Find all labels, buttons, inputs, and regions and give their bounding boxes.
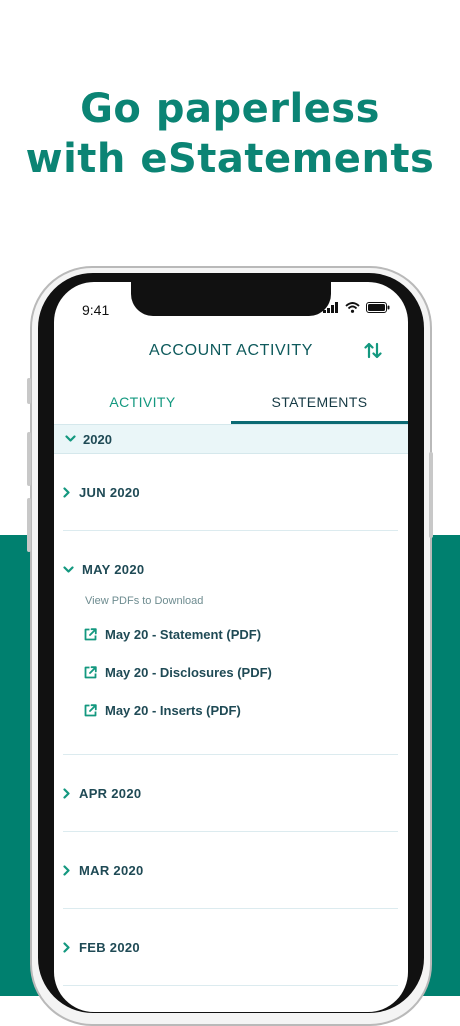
month-jun-2020[interactable]: JUN 2020 bbox=[63, 485, 398, 500]
headline-line-1: Go paperless bbox=[80, 86, 380, 132]
external-link-icon bbox=[84, 704, 97, 717]
chevron-right-icon bbox=[63, 865, 70, 876]
month-label: MAY 2020 bbox=[82, 562, 145, 577]
wifi-icon bbox=[345, 302, 360, 313]
external-link-icon bbox=[84, 666, 97, 679]
pdf-link-statement[interactable]: May 20 - Statement (PDF) bbox=[84, 627, 261, 642]
phone-volume-up-button bbox=[27, 432, 31, 486]
phone-power-button bbox=[429, 452, 433, 538]
month-label: FEB 2020 bbox=[79, 940, 140, 955]
divider bbox=[63, 530, 398, 531]
tab-activity[interactable]: ACTIVITY bbox=[54, 392, 231, 424]
status-time: 9:41 bbox=[82, 302, 110, 318]
screen-title: ACCOUNT ACTIVITY bbox=[149, 342, 313, 359]
month-label: APR 2020 bbox=[79, 786, 142, 801]
chevron-right-icon bbox=[63, 942, 70, 953]
headline-line-2: with eStatements bbox=[25, 136, 435, 182]
tab-bar: ACTIVITY STATEMENTS bbox=[54, 392, 408, 424]
headline: Go paperless with eStatements bbox=[0, 84, 460, 184]
pdf-link-label: May 20 - Inserts (PDF) bbox=[105, 703, 241, 718]
chevron-down-icon bbox=[65, 435, 76, 442]
pdf-link-label: May 20 - Disclosures (PDF) bbox=[105, 665, 272, 680]
signal-icon bbox=[323, 302, 338, 313]
app-screen: 9:41 ACCOUNT ACTIVITY ACTIVITY STATEMENT… bbox=[54, 282, 408, 1012]
phone-notch bbox=[131, 282, 331, 316]
phone-volume-down-button bbox=[27, 498, 31, 552]
divider bbox=[63, 985, 398, 986]
year-group-2020[interactable]: 2020 bbox=[54, 424, 408, 454]
chevron-down-icon bbox=[63, 565, 74, 573]
pdf-download-hint: View PDFs to Download bbox=[85, 595, 204, 607]
pdf-link-inserts[interactable]: May 20 - Inserts (PDF) bbox=[84, 703, 241, 718]
divider bbox=[63, 754, 398, 755]
month-mar-2020[interactable]: MAR 2020 bbox=[63, 863, 398, 878]
month-label: JUN 2020 bbox=[79, 485, 140, 500]
chevron-right-icon bbox=[63, 487, 70, 498]
phone-side-button bbox=[27, 378, 31, 404]
divider bbox=[63, 908, 398, 909]
sort-icon[interactable] bbox=[364, 342, 382, 359]
chevron-right-icon bbox=[63, 788, 70, 799]
tab-statements[interactable]: STATEMENTS bbox=[231, 392, 408, 424]
year-label: 2020 bbox=[83, 431, 112, 447]
pdf-link-disclosures[interactable]: May 20 - Disclosures (PDF) bbox=[84, 665, 272, 680]
pdf-link-label: May 20 - Statement (PDF) bbox=[105, 627, 262, 642]
month-apr-2020[interactable]: APR 2020 bbox=[63, 786, 398, 801]
external-link-icon bbox=[84, 628, 97, 641]
divider bbox=[63, 831, 398, 832]
battery-icon bbox=[366, 302, 390, 313]
month-feb-2020[interactable]: FEB 2020 bbox=[63, 940, 398, 955]
month-may-2020[interactable]: MAY 2020 bbox=[63, 562, 398, 577]
month-label: MAR 2020 bbox=[79, 863, 144, 878]
status-icons bbox=[323, 302, 390, 313]
